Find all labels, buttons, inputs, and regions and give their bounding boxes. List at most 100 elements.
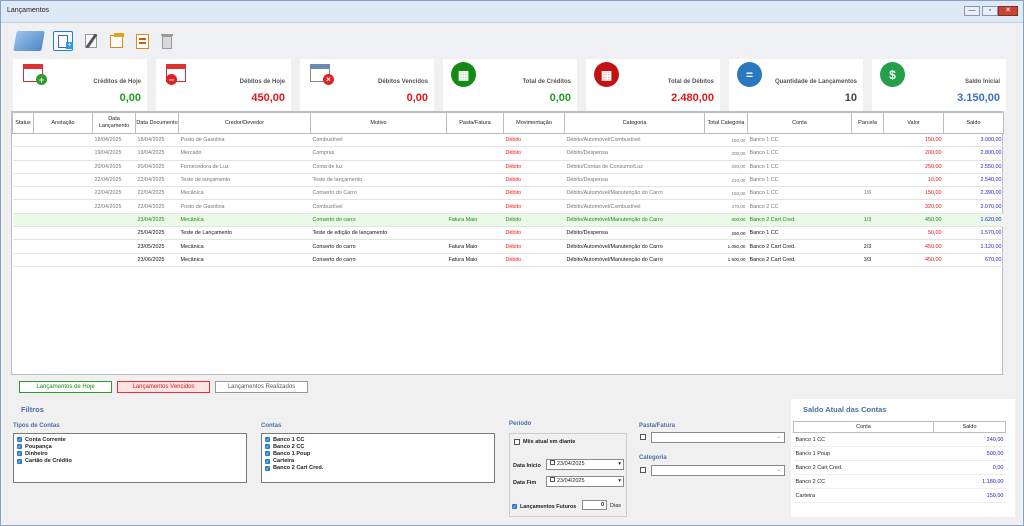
col-movimentacao[interactable]: Movimentação [503,112,565,134]
tab-lancamentos-hoje[interactable]: Lançamentos de Hoje [19,381,112,393]
futuros-checkbox[interactable]: ✓ [512,504,517,510]
saldo-table[interactable]: Conta Saldo Banco 1 CC 240,00 Banco 1 Poup… [793,421,1006,503]
contas-list[interactable]: ✓ Banco 1 CC ✓ Banco 2 CC ✓ Banco 1 Poup ✓ Cart… [261,433,495,483]
table-row[interactable]: 23/06/2025 Mecânica Conserto do carro Fatur… [12,253,1004,267]
lancamentos-table[interactable]: Status Anotação Data Lançamento Data Doc… [11,111,1004,375]
checked-icon[interactable]: ✓ [17,451,22,457]
data-inicio-field[interactable]: 23/04/2025 ▾ [546,459,624,470]
data-fim-value: 23/04/2025 [557,478,585,484]
tipos-list[interactable]: ✓ Conta Corrente ✓ Poupança ✓ Dinheiro ✓ Cartão… [13,433,247,483]
checkbox-item[interactable]: ✓ Carteira [262,458,494,465]
maximize-button[interactable]: ▫ [982,6,998,16]
table-cell: Débito/Despensa [564,173,705,188]
calendar-dropdown-icon[interactable]: ▾ [618,477,621,486]
col-pasta[interactable]: Pasta/Fatura [446,112,504,134]
saldo-col-conta[interactable]: Conta [793,421,934,433]
col-valor[interactable]: Valor [883,112,944,134]
data-fim-field[interactable]: 23/04/2025 ▾ [546,476,624,487]
saldo-conta: Banco 2 Cart Cred. [793,460,934,475]
checkbox-item[interactable]: ✓ Conta Corrente [14,436,246,443]
table-cell: 2.800,00 [943,146,1004,161]
table-row[interactable]: 22/04/2025 22/04/2025 Mecânica Conserto do … [12,186,1004,201]
calendar-money-icon[interactable] [13,31,45,51]
saldo-row[interactable]: Carteira 150,00 [793,488,1006,503]
col-anotacao[interactable]: Anotação [33,112,93,134]
checkbox-item[interactable]: ✓ Dinheiro [14,450,246,457]
close-button[interactable]: ✕ [998,6,1018,16]
table-row[interactable]: 19/04/2025 19/04/2025 Mercado Compras Débito… [12,146,1004,161]
table-row[interactable]: 18/04/2025 18/04/2025 Posto de Gasolina Com… [12,133,1004,148]
checkbox-item[interactable]: ✓ Banco 1 Poup [262,450,494,457]
table-row[interactable]: 25/04/2025 Teste de Lançamento Teste de ed… [12,226,1004,241]
saldo-row[interactable]: Banco 2 CC 1.180,00 [793,474,1006,489]
col-data-documento[interactable]: Data Documento [135,112,179,134]
delete-icon[interactable] [157,31,177,51]
col-credor[interactable]: Credor/Devedor [178,112,311,134]
table-cell: Banco 1 CC [747,160,852,174]
table-cell [33,239,93,254]
card-total-creditos: ▦ Total de Créditos 0,00 [443,59,577,111]
card-value: 0,00 [406,92,428,104]
table-cell: Débito [503,226,565,241]
calendar-dropdown-icon[interactable]: ▾ [618,460,621,469]
checkbox-item[interactable]: ✓ Cartão de Crédito [14,458,246,465]
saldo-row[interactable]: Banco 1 CC 240,00 [793,432,1006,447]
dollar-icon: $ [880,62,905,87]
table-cell: Teste de lançamento [310,173,447,188]
checked-icon[interactable]: ✓ [265,458,270,464]
col-categoria[interactable]: Categoria [564,112,705,134]
checked-icon[interactable]: ✓ [265,451,270,457]
col-parcela[interactable]: Parcela [851,112,884,134]
table-row[interactable]: 23/04/2025 Mecânica Conserto do carro Fatur… [12,213,1004,228]
pasta-select[interactable]: ⌄ [651,432,785,443]
periodo-title: Período [509,421,532,427]
add-document-icon[interactable]: + [53,31,73,51]
checked-icon[interactable]: ✓ [17,437,22,443]
categoria-select[interactable]: ⌄ [651,465,785,476]
data-inicio-checkbox[interactable] [550,460,555,465]
checked-icon[interactable]: ✓ [265,465,270,471]
categoria-checkbox[interactable] [640,467,646,473]
tab-lancamentos-realizados[interactable]: Lançamentos Realizados [215,381,308,393]
data-fim-checkbox[interactable] [550,477,555,482]
card-debitos-vencidos: × Débitos Vencidos 0,00 [300,59,434,111]
col-conta[interactable]: Conta [747,112,852,134]
table-cell: 3.000,00 [943,133,1004,148]
table-row[interactable]: 22/04/2025 22/04/2025 Posto de Gasolina Com… [12,199,1004,214]
table-row[interactable]: 22/04/2025 22/04/2025 Teste de lançamento T… [12,173,1004,188]
table-cell: 1.120,00 [943,239,1004,254]
checkbox-item[interactable]: ✓ Banco 1 CC [262,436,494,443]
col-data-lancamento[interactable]: Data Lançamento [92,112,136,134]
col-motivo[interactable]: Motivo [310,112,447,134]
export-icon[interactable] [107,31,127,51]
table-cell [33,186,93,201]
col-saldo[interactable]: Saldo [943,112,1004,134]
mes-atual-checkbox[interactable] [514,439,520,445]
pasta-checkbox[interactable] [640,434,646,440]
table-cell: Conserto do carro [310,213,447,228]
mes-atual-option[interactable]: Mês atual em diante [514,439,575,445]
checked-icon[interactable]: ✓ [265,444,270,450]
futuros-dias-input[interactable]: 0 [582,500,607,510]
table-row[interactable]: 20/04/2025 20/04/2025 Fornecedora de Luz Co… [12,160,1004,174]
checked-icon[interactable]: ✓ [17,444,22,450]
col-status[interactable]: Status [12,112,34,134]
table-cell: 10,00 [883,173,944,188]
checkbox-item[interactable]: ✓ Banco 2 Cart Cred. [262,465,494,472]
futuros-option[interactable]: ✓ Lançamentos Futuros [512,503,576,510]
table-cell: 150,00 [704,133,748,148]
report-icon[interactable] [133,31,153,51]
tab-lancamentos-vencidos[interactable]: Lançamentos Vencidos [117,381,210,393]
table-cell: Débito [503,253,565,267]
checked-icon[interactable]: ✓ [17,458,22,464]
minimize-button[interactable]: — [964,6,980,16]
checkbox-item[interactable]: ✓ Banco 2 CC [262,443,494,450]
checkbox-item[interactable]: ✓ Poupança [14,443,246,450]
saldo-row[interactable]: Banco 1 Poup 500,00 [793,446,1006,461]
checked-icon[interactable]: ✓ [265,437,270,443]
col-total-categoria[interactable]: Total Categoria [704,112,748,134]
saldo-row[interactable]: Banco 2 Cart Cred. 0,00 [793,460,1006,475]
edit-icon[interactable] [81,31,101,51]
saldo-col-saldo[interactable]: Saldo [933,421,1006,433]
table-row[interactable]: 23/05/2025 Mecânica Conserto do carro Fatur… [12,239,1004,254]
